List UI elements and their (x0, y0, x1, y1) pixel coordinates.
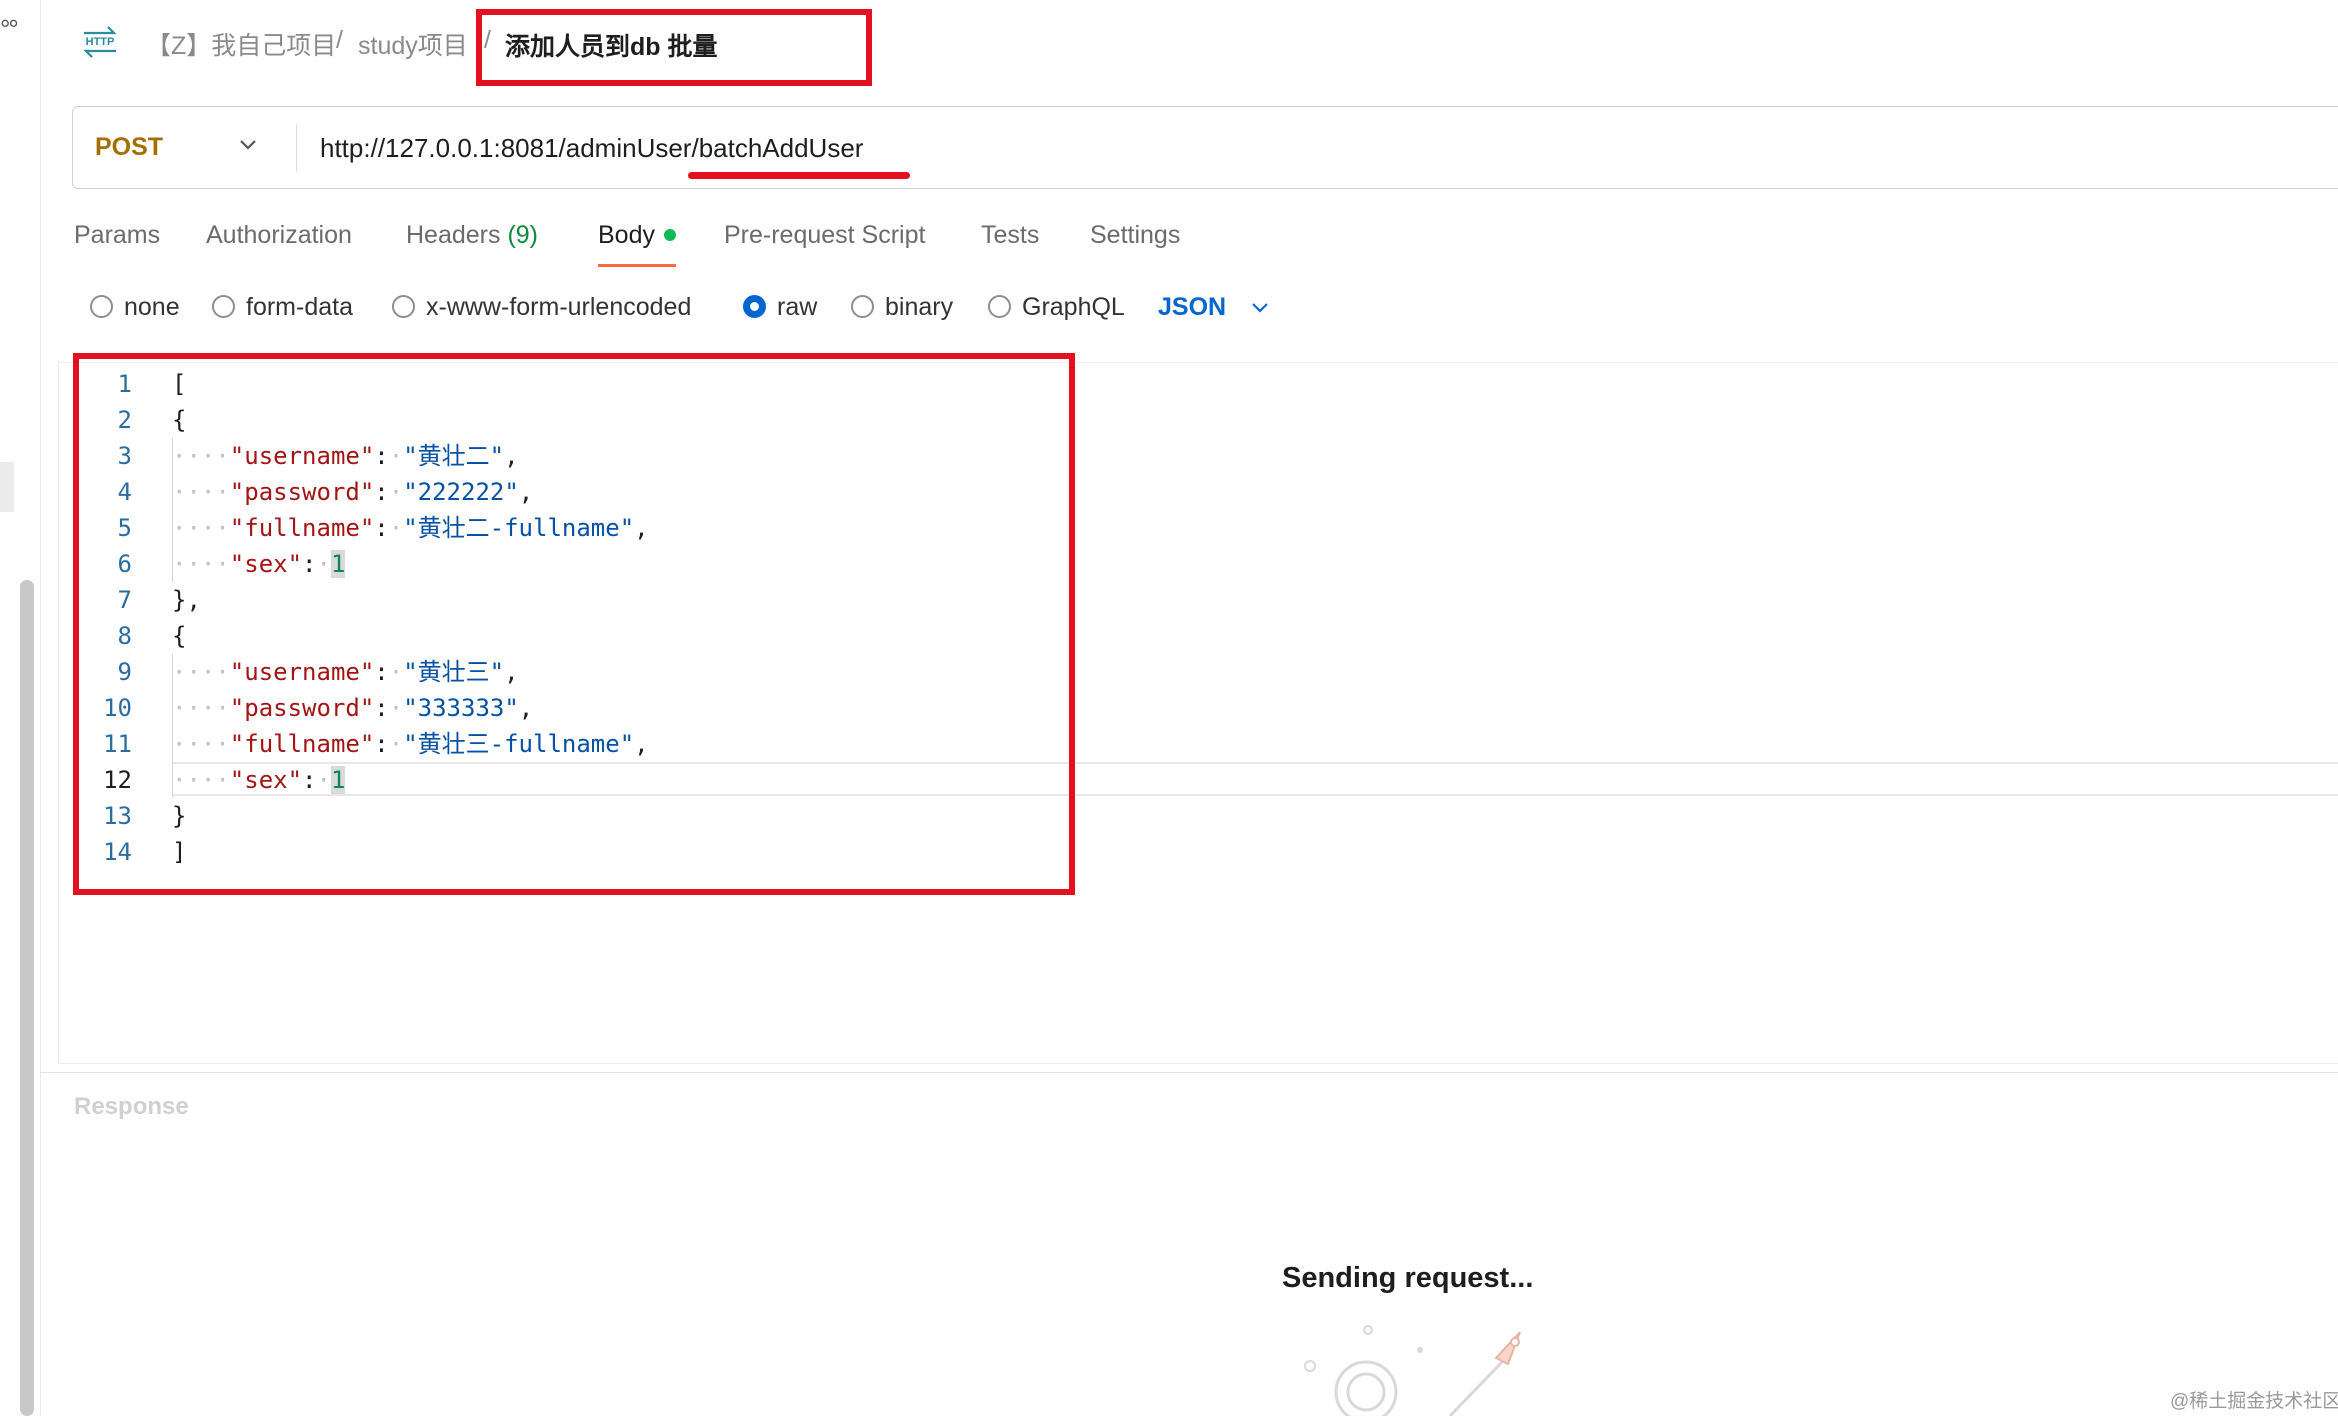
radio-label-urlencoded[interactable]: x-www-form-urlencoded (426, 293, 691, 322)
response-label: Response (74, 1093, 189, 1120)
tab-params[interactable]: Params (74, 221, 160, 250)
radio-raw[interactable] (743, 295, 766, 318)
sidebar-selected-indicator (0, 462, 14, 512)
method-select[interactable]: POST (95, 133, 163, 162)
breadcrumb-separator: / (336, 26, 343, 54)
tab-headers-label: Headers (406, 221, 501, 249)
tab-tests[interactable]: Tests (981, 221, 1039, 250)
breadcrumb-collection[interactable]: study项目 (358, 26, 468, 62)
sending-request-text: Sending request... (1282, 1262, 1534, 1294)
body-format-select[interactable]: JSON (1158, 293, 1226, 322)
url-input[interactable]: http://127.0.0.1:8081/adminUser/batchAdd… (320, 133, 863, 164)
radio-graphql[interactable] (988, 295, 1011, 318)
radio-urlencoded[interactable] (392, 295, 415, 318)
more-icon[interactable]: °° (0, 14, 19, 45)
response-divider (40, 1072, 2338, 1073)
tab-authorization[interactable]: Authorization (206, 221, 352, 250)
watermark: @稀土掘金技术社区 (2170, 1391, 2338, 1412)
chevron-down-icon[interactable] (1250, 301, 1270, 315)
tab-pre-request-script[interactable]: Pre-request Script (724, 221, 925, 250)
radio-label-binary[interactable]: binary (885, 293, 953, 322)
radio-label-none[interactable]: none (124, 293, 180, 322)
body-modified-indicator (664, 229, 676, 241)
tab-body[interactable]: Body (598, 221, 655, 250)
breadcrumb-workspace[interactable]: 【Z】我自己项目 (146, 26, 336, 62)
url-divider (296, 124, 297, 172)
svg-text:HTTP: HTTP (86, 36, 115, 48)
http-request-icon: HTTP (83, 26, 117, 58)
radio-label-form-data[interactable]: form-data (246, 293, 353, 322)
active-tab-underline (598, 264, 676, 267)
annotation-underline (688, 172, 910, 179)
annotation-box-title (476, 9, 872, 86)
tab-settings[interactable]: Settings (1090, 221, 1180, 250)
chevron-down-icon[interactable] (238, 138, 258, 152)
radio-label-raw[interactable]: raw (777, 293, 817, 322)
astronaut-illustration-icon (1304, 1325, 1521, 1416)
radio-form-data[interactable] (212, 295, 235, 318)
tab-headers[interactable]: Headers (9) (406, 221, 538, 250)
headers-count: (9) (507, 221, 539, 249)
radio-none[interactable] (90, 295, 113, 318)
radio-label-graphql[interactable]: GraphQL (1022, 293, 1125, 322)
radio-binary[interactable] (851, 295, 874, 318)
sidebar-scrollbar[interactable] (20, 580, 34, 1416)
annotation-box-body (73, 353, 1075, 895)
